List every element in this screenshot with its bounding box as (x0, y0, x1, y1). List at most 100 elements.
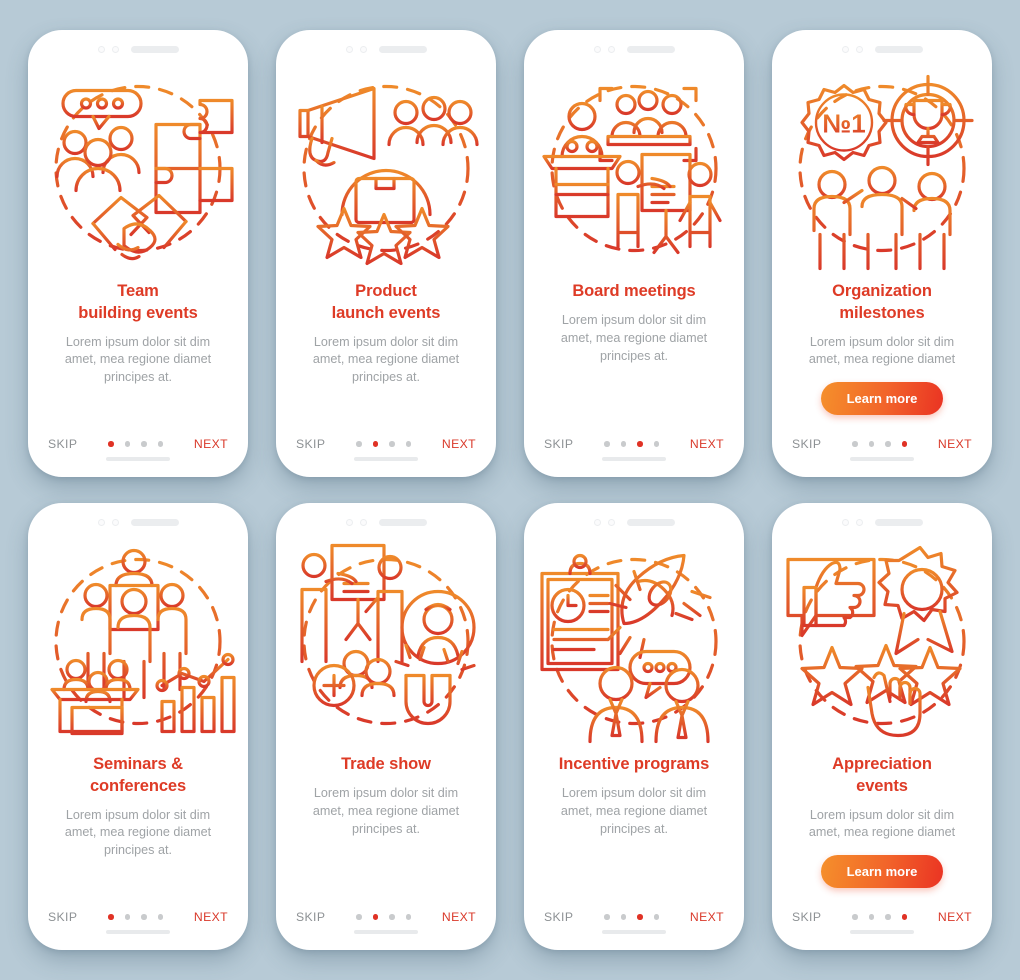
screen-title: Trade show (341, 755, 431, 773)
illustration-organization-milestones: №1 (772, 60, 992, 275)
screen-description: Lorem ipsum dolor sit dim amet, mea regi… (312, 334, 460, 385)
home-indicator (106, 457, 170, 461)
camera-icon (345, 519, 353, 526)
phone-notch (772, 30, 992, 60)
speaker-grill-icon (378, 519, 427, 526)
skip-button[interactable]: SKIP (792, 437, 821, 451)
text-block: Organization milestones Lorem ipsum dolo… (772, 275, 992, 437)
pagination-dot[interactable] (852, 441, 858, 447)
sensor-icon (855, 46, 863, 53)
skip-button[interactable]: SKIP (296, 437, 325, 451)
pagination-dot[interactable] (124, 441, 131, 447)
home-indicator (602, 930, 666, 934)
screen-title: Board meetings (572, 282, 696, 300)
pagination-dot[interactable] (141, 914, 147, 920)
home-indicator (850, 930, 914, 934)
home-indicator (354, 930, 418, 934)
sensor-icon (111, 519, 119, 526)
pagination-dot[interactable] (372, 914, 379, 920)
screen-nav: SKIP NEXT (524, 437, 744, 451)
pagination-dot[interactable] (356, 441, 362, 447)
illustration-product-launch (276, 60, 496, 275)
pagination-dot[interactable] (108, 441, 114, 447)
pagination-dot[interactable] (868, 914, 875, 920)
pagination-dot[interactable] (604, 914, 610, 920)
onboarding-screen-appreciation-events: Appreciation events Lorem ipsum dolor si… (772, 503, 992, 950)
learn-more-button[interactable]: Learn more (820, 382, 944, 416)
pagination-dot[interactable] (620, 441, 627, 447)
phone-notch (28, 30, 248, 60)
pagination-dot[interactable] (372, 441, 379, 447)
pagination-dot[interactable] (901, 441, 908, 447)
screen-nav: SKIP NEXT (276, 910, 496, 924)
pagination-dot[interactable] (637, 441, 643, 447)
pagination-dot[interactable] (157, 914, 164, 920)
next-button[interactable]: NEXT (194, 910, 228, 924)
pagination-dot[interactable] (389, 914, 395, 920)
pagination-dot[interactable] (653, 914, 660, 920)
pagination-dot[interactable] (141, 441, 147, 447)
next-button[interactable]: NEXT (194, 437, 228, 451)
home-indicator (106, 930, 170, 934)
skip-button[interactable]: SKIP (48, 437, 77, 451)
phone-notch (772, 503, 992, 533)
skip-button[interactable]: SKIP (296, 910, 325, 924)
phone-notch (28, 503, 248, 533)
learn-more-button[interactable]: Learn more (820, 855, 944, 889)
sensor-icon (607, 519, 615, 526)
sensor-icon (855, 519, 863, 526)
pagination-dot[interactable] (108, 914, 114, 920)
screen-title: Product launch events (331, 282, 441, 322)
screen-description: Lorem ipsum dolor sit dim amet, mea regi… (64, 807, 212, 858)
pagination-dots (356, 441, 412, 447)
screen-nav: SKIP NEXT (772, 437, 992, 451)
onboarding-screen-trade-show: Trade show Lorem ipsum dolor sit dim ame… (276, 503, 496, 950)
next-button[interactable]: NEXT (690, 910, 724, 924)
text-block: Incentive programs Lorem ipsum dolor sit… (524, 748, 744, 910)
illustration-team-building (28, 60, 248, 275)
svg-text:№1: №1 (822, 109, 865, 139)
pagination-dot[interactable] (901, 914, 908, 920)
skip-button[interactable]: SKIP (48, 910, 77, 924)
phone-notch (276, 503, 496, 533)
pagination-dot[interactable] (405, 441, 412, 447)
screen-nav: SKIP NEXT (28, 910, 248, 924)
next-button[interactable]: NEXT (442, 437, 476, 451)
pagination-dots (604, 441, 660, 447)
skip-button[interactable]: SKIP (544, 910, 573, 924)
text-block: Board meetings Lorem ipsum dolor sit dim… (524, 275, 744, 437)
sensor-icon (607, 46, 615, 53)
camera-icon (345, 46, 353, 53)
pagination-dot[interactable] (356, 914, 362, 920)
pagination-dot[interactable] (653, 441, 660, 447)
pagination-dot[interactable] (405, 914, 412, 920)
pagination-dot[interactable] (620, 914, 627, 920)
screen-title: Organization milestones (832, 282, 932, 322)
pagination-dot[interactable] (868, 441, 875, 447)
pagination-dot[interactable] (885, 914, 891, 920)
next-button[interactable]: NEXT (938, 437, 972, 451)
onboarding-screen-product-launch-events: Product launch events Lorem ipsum dolor … (276, 30, 496, 477)
next-button[interactable]: NEXT (690, 437, 724, 451)
onboarding-screen-incentive-programs: Incentive programs Lorem ipsum dolor sit… (524, 503, 744, 950)
screen-description: Lorem ipsum dolor sit dim amet, mea regi… (64, 334, 212, 385)
pagination-dot[interactable] (157, 441, 164, 447)
next-button[interactable]: NEXT (442, 910, 476, 924)
home-indicator (354, 457, 418, 461)
illustration-appreciation-events (772, 533, 992, 748)
pagination-dot[interactable] (124, 914, 131, 920)
home-indicator (850, 457, 914, 461)
pagination-dot[interactable] (637, 914, 643, 920)
next-button[interactable]: NEXT (938, 910, 972, 924)
camera-icon (593, 519, 601, 526)
skip-button[interactable]: SKIP (792, 910, 821, 924)
screen-description: Lorem ipsum dolor sit dim amet, mea regi… (560, 785, 708, 836)
skip-button[interactable]: SKIP (544, 437, 573, 451)
speaker-grill-icon (378, 46, 427, 53)
pagination-dot[interactable] (885, 441, 891, 447)
pagination-dot[interactable] (852, 914, 858, 920)
pagination-dot[interactable] (389, 441, 395, 447)
screen-nav: SKIP NEXT (276, 437, 496, 451)
pagination-dot[interactable] (604, 441, 610, 447)
home-indicator (602, 457, 666, 461)
